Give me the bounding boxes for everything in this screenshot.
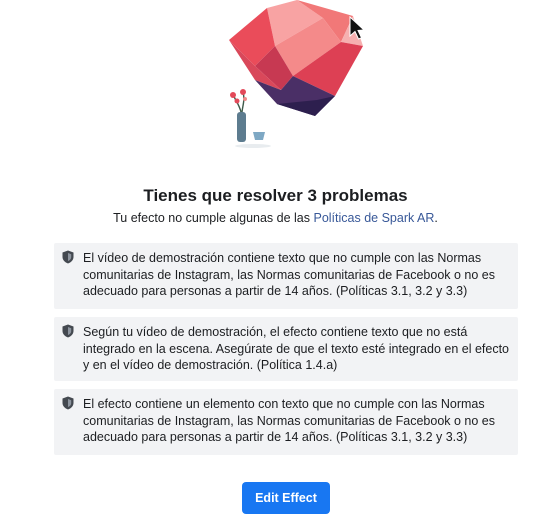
issue-text: Según tu vídeo de demostración, el efect… <box>83 325 510 372</box>
issue-text: El vídeo de demostración contiene texto … <box>83 251 495 298</box>
issue-text: El efecto contiene un elemento con texto… <box>83 397 495 444</box>
shield-icon <box>62 250 74 264</box>
mouse-cursor-icon <box>349 16 366 40</box>
subtitle-period: . <box>434 211 438 225</box>
issue-item: Según tu vídeo de demostración, el efect… <box>54 317 518 381</box>
shield-icon <box>62 396 74 410</box>
edit-effect-button[interactable]: Edit Effect <box>242 482 330 514</box>
subtitle-text: Tu efecto no cumple algunas de las <box>113 211 314 225</box>
spark-ar-policies-link[interactable]: Políticas de Spark AR <box>313 211 434 225</box>
page-subtitle: Tu efecto no cumple algunas de las Polít… <box>0 211 551 225</box>
policy-review-page: Tienes que resolver 3 problemas Tu efect… <box>0 0 551 525</box>
issue-item: El efecto contiene un elemento con texto… <box>54 389 518 455</box>
page-title: Tienes que resolver 3 problemas <box>143 186 408 205</box>
issue-item: El vídeo de demostración contiene texto … <box>54 243 518 309</box>
shield-icon <box>62 324 74 338</box>
